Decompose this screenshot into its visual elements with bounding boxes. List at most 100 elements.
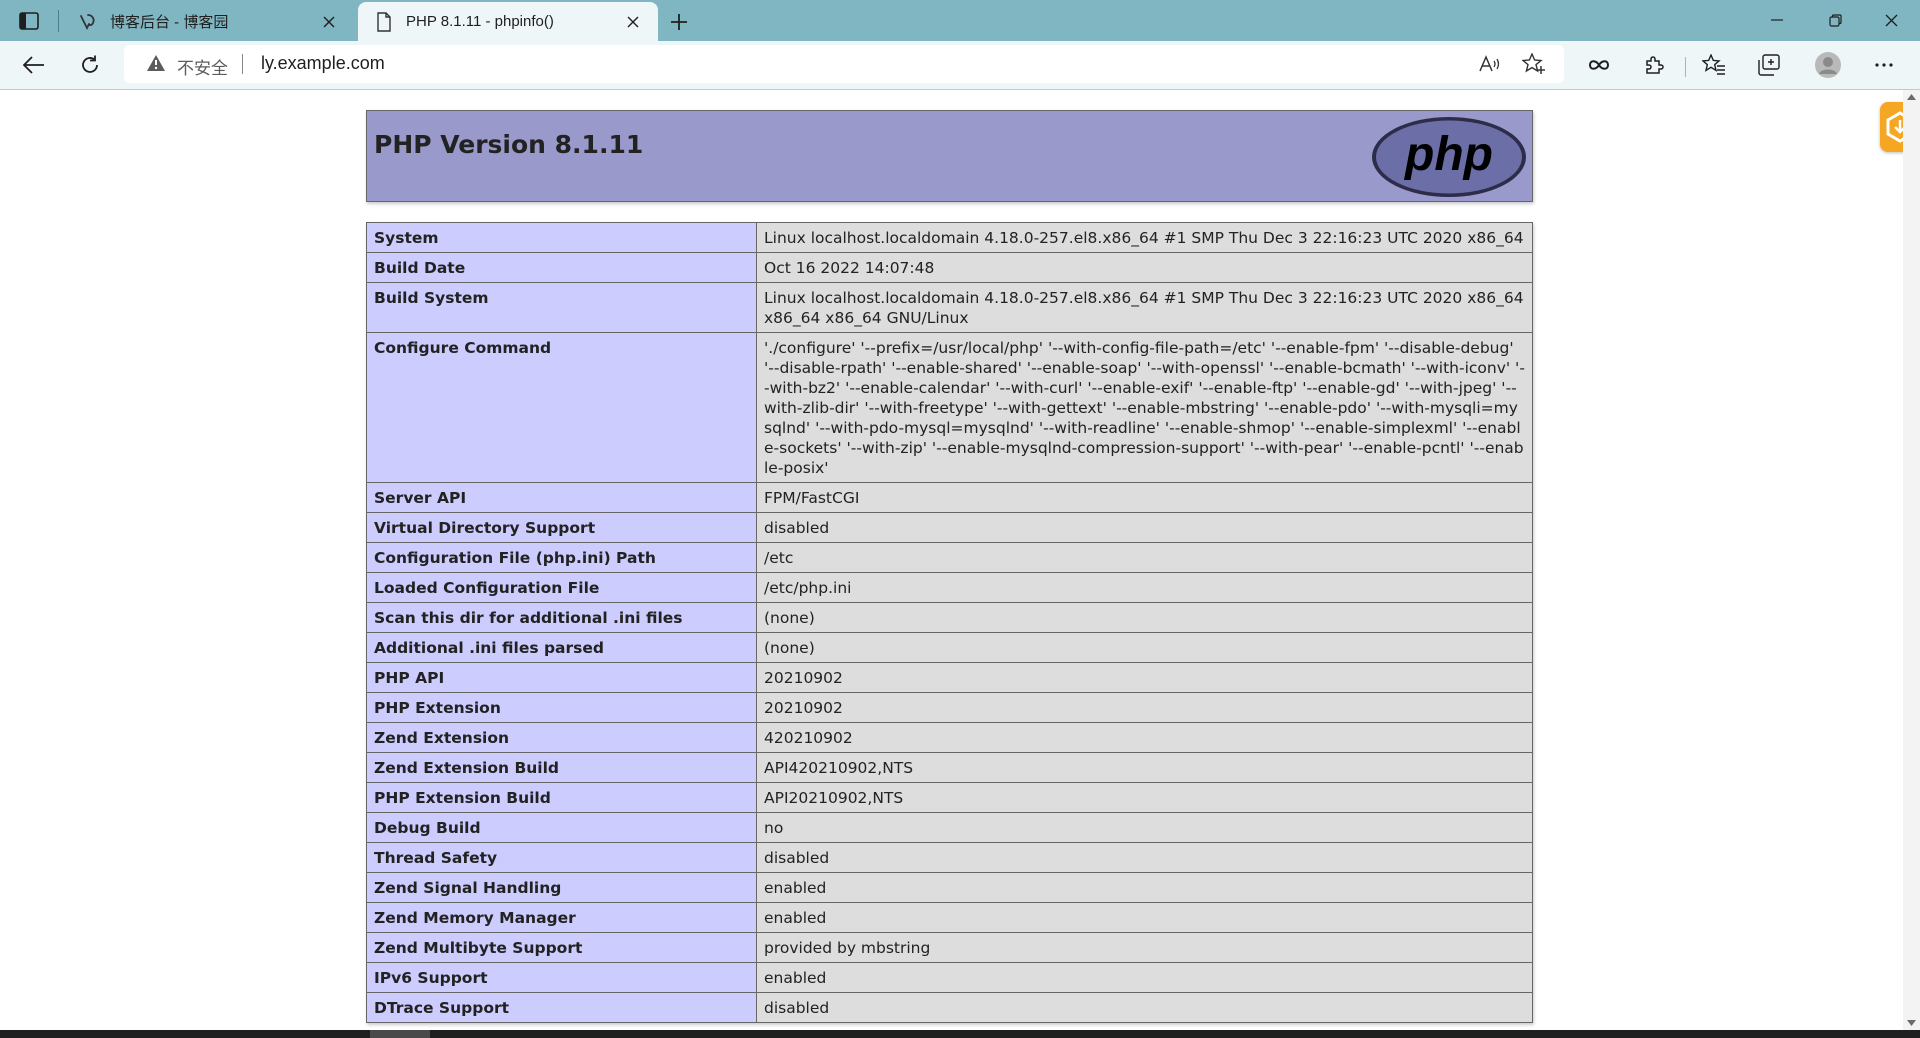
info-value: './configure' '--prefix=/usr/local/php' … [756, 332, 1533, 483]
minimize-button[interactable] [1748, 0, 1806, 40]
address-bar[interactable]: 不安全 ly.example.com [124, 45, 1564, 83]
info-value: 20210902 [756, 662, 1533, 693]
toolbar-divider [1685, 57, 1686, 77]
tab-cnblogs-admin[interactable]: 博客后台 - 博客园 [62, 2, 354, 41]
taskbar-item [370, 1030, 430, 1038]
vertical-scrollbar[interactable] [1903, 90, 1920, 1030]
close-icon [1885, 14, 1897, 26]
page-icon [374, 11, 394, 32]
info-row: Scan this dir for additional .ini files(… [366, 602, 1533, 633]
info-row: Zend Memory Manager enabled [366, 902, 1533, 933]
avatar [1815, 52, 1841, 78]
not-secure-label[interactable]: 不安全 [177, 54, 228, 79]
info-value: /etc [756, 542, 1533, 573]
info-value: no [756, 812, 1533, 843]
info-row: Virtual Directory Support disabled [366, 512, 1533, 543]
browser-titlebar: 博客后台 - 博客园 PHP 8.1.11 - phpinfo() [0, 0, 1920, 41]
info-value: enabled [756, 872, 1533, 903]
info-key: Zend Multibyte Support [366, 932, 757, 963]
info-row: PHP Extension 20210902 [366, 692, 1533, 723]
tab-phpinfo[interactable]: PHP 8.1.11 - phpinfo() [358, 2, 658, 41]
info-key: Zend Extension Build [366, 752, 757, 783]
info-value: 20210902 [756, 692, 1533, 723]
restore-icon [1828, 13, 1842, 27]
info-key: Server API [366, 482, 757, 513]
php-header: PHP Version 8.1.11 php [366, 110, 1533, 202]
info-key: Configuration File (php.ini) Path [366, 542, 757, 573]
info-key: Loaded Configuration File [366, 572, 757, 603]
settings-more-button[interactable] [1866, 47, 1902, 83]
info-value: Oct 16 2022 14:07:48 [756, 252, 1533, 283]
close-window-button[interactable] [1862, 0, 1920, 40]
extensions-button[interactable] [1636, 47, 1672, 83]
address-divider [242, 54, 243, 74]
info-value: (none) [756, 602, 1533, 633]
info-value: Linux localhost.localdomain 4.18.0-257.e… [756, 222, 1533, 253]
info-key: IPv6 Support [366, 962, 757, 993]
scroll-down-icon[interactable] [1907, 1020, 1916, 1026]
info-row: Additional .ini files parsed (none) [366, 632, 1533, 663]
php-logo-text: php [1403, 128, 1493, 181]
taskbar-strip [0, 1030, 1920, 1038]
info-value: Linux localhost.localdomain 4.18.0-257.e… [756, 282, 1533, 333]
info-value: enabled [756, 902, 1533, 933]
info-value: FPM/FastCGI [756, 482, 1533, 513]
close-tab-icon[interactable] [622, 11, 644, 33]
warning-icon[interactable] [146, 54, 166, 77]
info-value: /etc/php.ini [756, 572, 1533, 603]
info-value: disabled [756, 992, 1533, 1023]
info-key: PHP Extension Build [366, 782, 757, 813]
favorites-button[interactable] [1696, 47, 1732, 83]
info-row: System Linux localhost.localdomain 4.18.0… [366, 222, 1533, 253]
info-key: Zend Memory Manager [366, 902, 757, 933]
info-key: DTrace Support [366, 992, 757, 1023]
info-row: Loaded Configuration File/etc/php.ini [366, 572, 1533, 603]
browser-toolbar: 不安全 ly.example.com [0, 41, 1920, 90]
info-key: Zend Signal Handling [366, 872, 757, 903]
new-tab-button[interactable] [664, 7, 694, 37]
restore-button[interactable] [1806, 0, 1864, 40]
tab-actions-button[interactable] [8, 5, 50, 37]
plus-icon [671, 14, 687, 30]
phpinfo-table: System Linux localhost.localdomain 4.18.0… [366, 222, 1533, 1023]
refresh-icon [82, 55, 98, 73]
info-row: Thread Safety disabled [366, 842, 1533, 873]
info-key: Build System [366, 282, 757, 333]
more-icon [1875, 63, 1893, 67]
info-value: 420210902 [756, 722, 1533, 753]
profile-button[interactable] [1810, 47, 1846, 83]
puzzle-icon [1646, 56, 1664, 74]
info-key: Scan this dir for additional .ini files [366, 602, 757, 633]
page-viewport: PHP Version 8.1.11 php System Linux local… [0, 90, 1903, 1030]
info-row: Zend Multibyte Support provided by mbstri… [366, 932, 1533, 963]
infinity-icon [1588, 60, 1610, 70]
collections-icon [1758, 54, 1780, 76]
info-key: Additional .ini files parsed [366, 632, 757, 663]
extension-infinity-button[interactable] [1581, 47, 1617, 83]
info-row: PHP Extension Build API20210902,NTS [366, 782, 1533, 813]
info-row: DTrace Support disabled [366, 992, 1533, 1023]
info-key: System [366, 222, 757, 253]
info-key: Build Date [366, 252, 757, 283]
cnblogs-icon [78, 12, 98, 32]
info-row: IPv6 Support enabled [366, 962, 1533, 993]
info-row: Configure Command './configure' '--prefix… [366, 332, 1533, 483]
refresh-button[interactable] [72, 47, 108, 83]
add-favorite-icon[interactable] [1522, 52, 1546, 76]
info-key: Thread Safety [366, 842, 757, 873]
info-key: Virtual Directory Support [366, 512, 757, 543]
info-value: API420210902,NTS [756, 752, 1533, 783]
collections-button[interactable] [1751, 47, 1787, 83]
url-text[interactable]: ly.example.com [261, 53, 385, 74]
favorites-icon [1702, 54, 1725, 75]
info-row: Zend Signal Handling enabled [366, 872, 1533, 903]
scroll-up-icon[interactable] [1907, 94, 1916, 100]
back-button[interactable] [16, 47, 52, 83]
info-row: Zend Extension 420210902 [366, 722, 1533, 753]
info-value: disabled [756, 512, 1533, 543]
info-value: disabled [756, 842, 1533, 873]
close-tab-icon[interactable] [318, 11, 340, 33]
info-key: Debug Build [366, 812, 757, 843]
read-aloud-icon[interactable] [1478, 52, 1502, 76]
back-arrow-icon [23, 56, 44, 74]
